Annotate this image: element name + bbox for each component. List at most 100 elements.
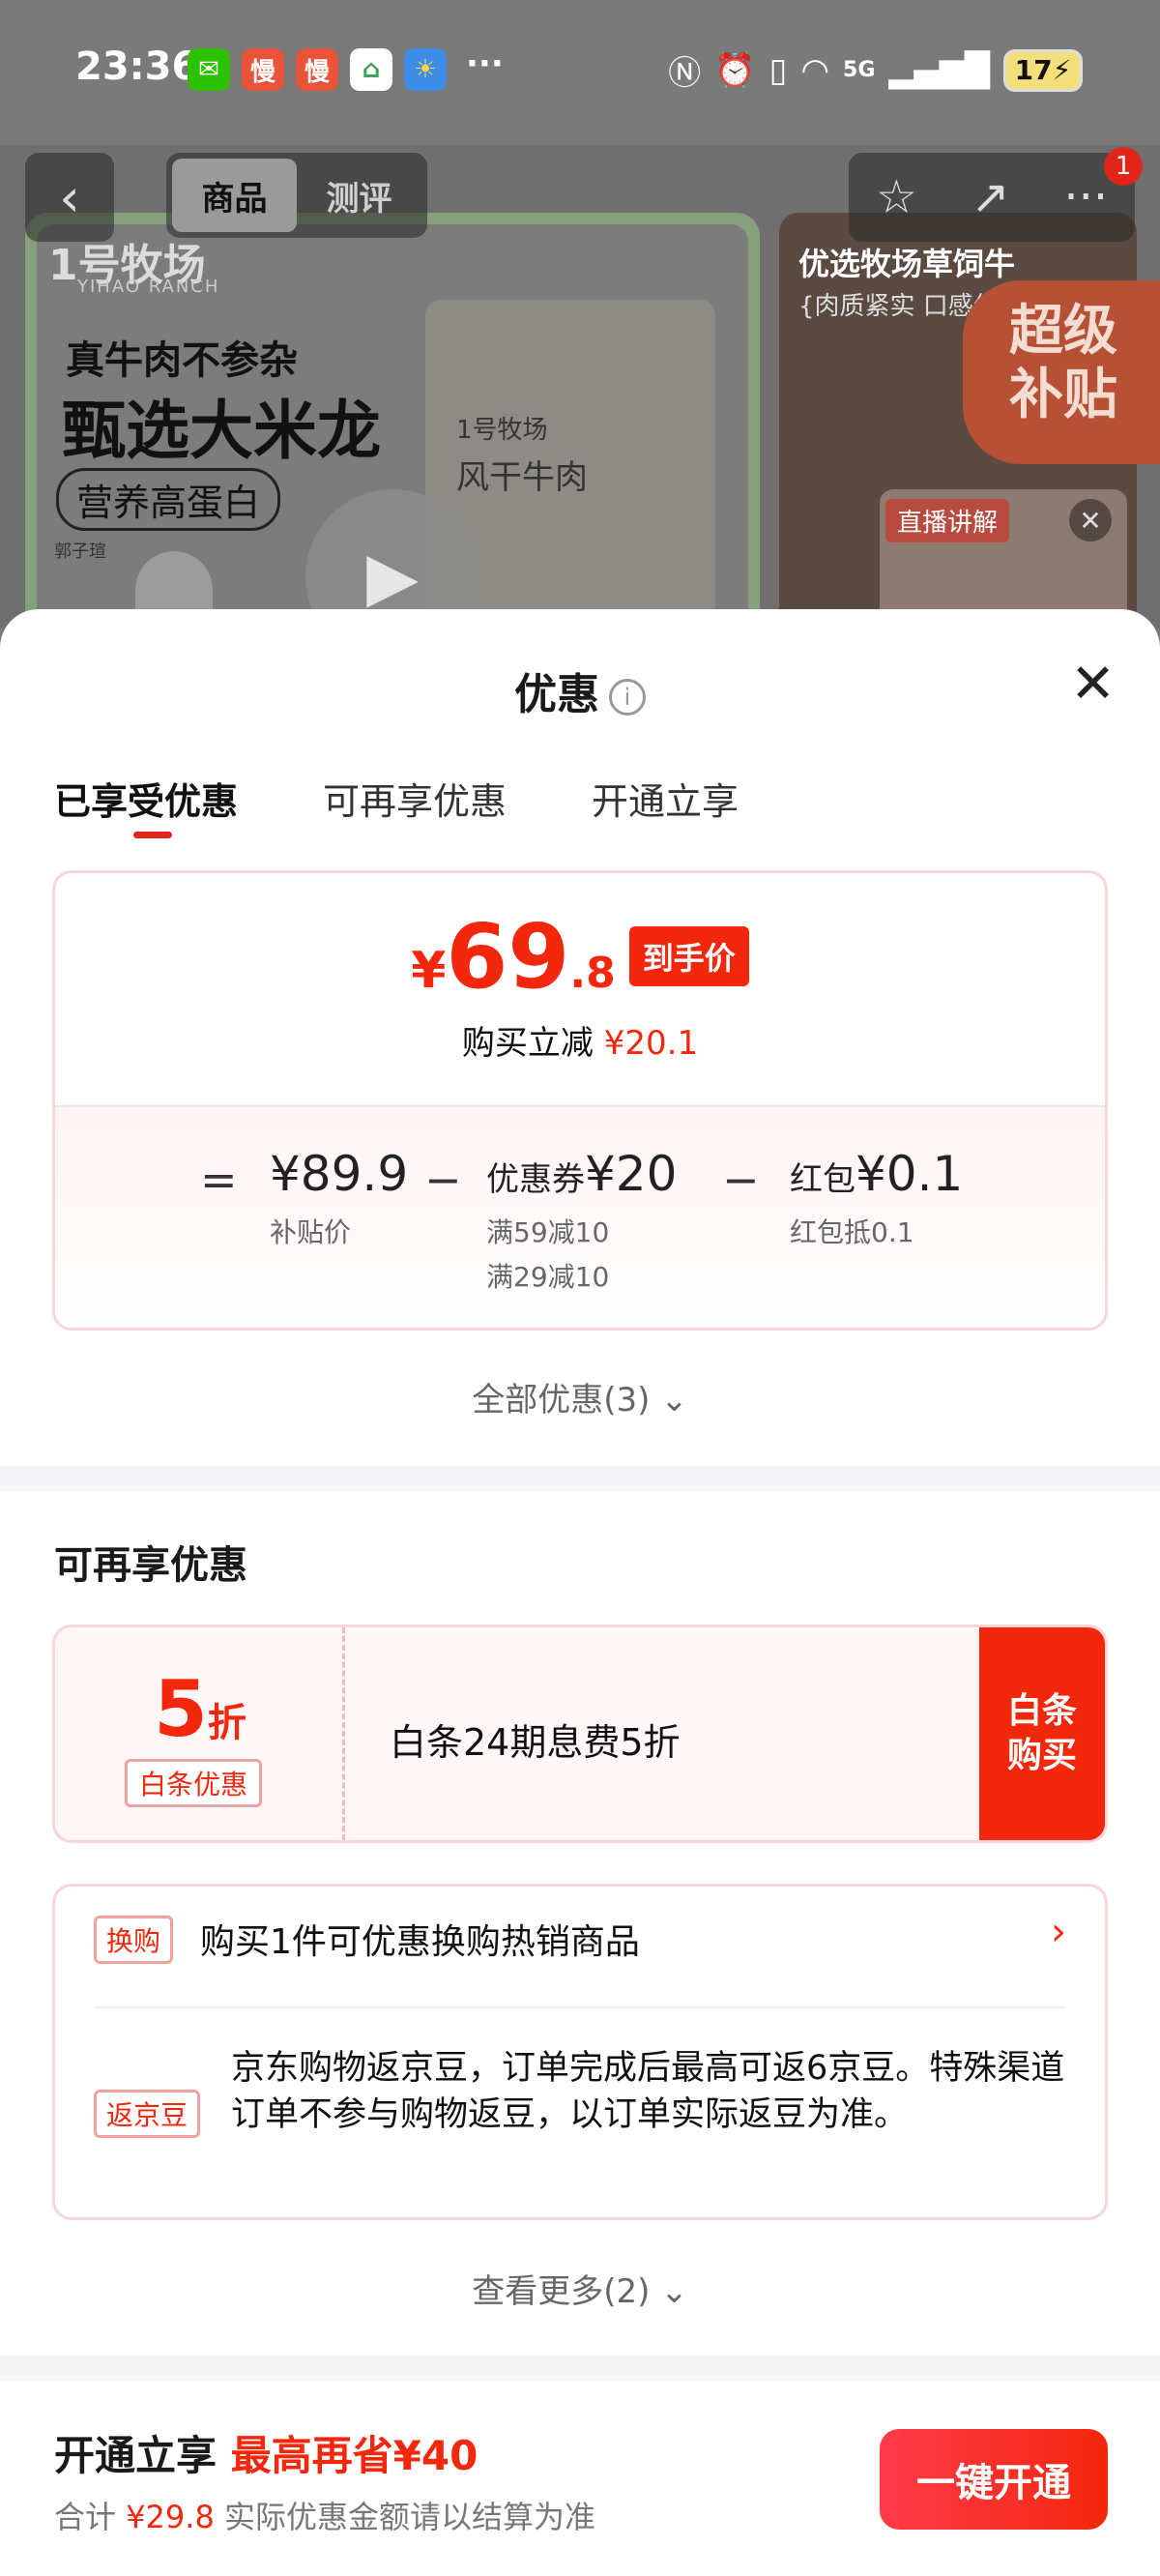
tab-enjoyed[interactable]: 已享受优惠 [54, 772, 238, 838]
redpack-name: 红包 [790, 1160, 856, 1199]
chevron-down-icon: ⌄ [660, 2272, 688, 2311]
nfc-icon: Ⓝ [668, 54, 702, 93]
redpack-label: 红包抵0.1 [790, 1216, 914, 1248]
baitiao-card: 5折 白条优惠 白条24期息费5折 白条购买 [52, 1625, 1108, 1843]
signal-label: 5G [843, 58, 876, 82]
jingdou-text: 京东购物返京豆，订单完成后最高可返6京豆。特殊渠道订单不参与购物返豆，以订单实际… [231, 2049, 1065, 2134]
final-price-row: ¥69.8 到手价 [55, 913, 1105, 1002]
exchange-text[interactable]: 购买1件可优惠换购热销商品 [200, 1914, 640, 1964]
app-man-icon: 慢 [242, 48, 284, 91]
sheet-title: 优惠 [514, 670, 599, 719]
all-discounts-label: 全部优惠(3) [472, 1381, 651, 1420]
see-more-label: 查看更多(2) [472, 2272, 651, 2311]
tab-open-to-enjoy[interactable]: 开通立享 [592, 772, 739, 825]
baitiao-num: 5 [154, 1664, 208, 1754]
chevron-right-icon[interactable]: › [1051, 1910, 1066, 1954]
super-subsidy-badge[interactable]: 超级补贴 [963, 280, 1160, 464]
baitiao-tag: 白条优惠 [125, 1759, 263, 1807]
promo-line-1: 真牛肉不参杂 [66, 338, 298, 383]
star-icon[interactable]: ☆ [876, 170, 917, 224]
brand-sub: YIHAO RANCH [77, 277, 220, 297]
live-tag: 直播讲解 [885, 499, 1010, 542]
app-man2-icon: 慢 [296, 48, 338, 91]
exchange-tag: 换购 [94, 1916, 174, 1964]
coupon-value: 优惠券¥20 [486, 1146, 677, 1202]
bag-name: 风干牛肉 [456, 458, 588, 497]
home-app-icon: ⌂ [350, 48, 392, 91]
equals-sign: = [200, 1154, 238, 1206]
offer-divider [94, 2006, 1066, 2008]
jingdou-tag: 返京豆 [94, 2090, 201, 2138]
section-title: 可再享优惠 [54, 1543, 247, 1588]
price-decimal: .8 [569, 949, 616, 998]
battery-level: 17 [1014, 54, 1053, 86]
vibrate-icon: ▯ [768, 50, 788, 90]
coupon-amount: ¥20 [585, 1146, 678, 1202]
price-currency: ¥ [411, 942, 447, 1000]
baitiao-buy-button[interactable]: 白条购买 [979, 1627, 1105, 1840]
info-icon[interactable]: i [609, 679, 646, 716]
tab-product[interactable]: 商品 [172, 159, 297, 232]
alarm-icon: ⏰ [714, 50, 756, 90]
minus-sign-2: − [722, 1154, 760, 1206]
status-right: Ⓝ ⏰ ▯ ◠ 5G ▂▄▆█ 17 ⚡ [668, 46, 1083, 94]
section-divider [0, 1466, 1160, 1491]
instant-reduce: 购买立减 ¥20.1 [55, 1016, 1105, 1064]
weather-icon: ☀ [404, 48, 447, 91]
section-divider-2 [0, 2356, 1160, 2381]
tab-review[interactable]: 测评 [297, 159, 421, 232]
live-close-icon[interactable]: ✕ [1069, 499, 1112, 542]
discount-tabs: 已享受优惠 可再享优惠 开通立享 [54, 772, 739, 838]
discount-sheet: 优惠 i ✕ 已享受优惠 可再享优惠 开通立享 ¥69.8 到手价 购买立减 ¥2… [0, 609, 1160, 2576]
signal-icon: ▂▄▆█ [888, 50, 990, 90]
status-time: 23:36 [75, 44, 199, 89]
minus-sign: − [424, 1154, 462, 1206]
tab-more-available[interactable]: 可再享优惠 [323, 772, 507, 825]
baitiao-desc: 白条24期息费5折 [390, 1721, 681, 1764]
baitiao-discount: 5折 [55, 1664, 345, 1754]
final-price-tag: 到手价 [628, 926, 749, 986]
open-title-highlight: 最高再省¥40 [230, 2432, 478, 2479]
reduce-label: 购买立减 [461, 1024, 594, 1063]
final-price: ¥69.8 [411, 913, 616, 1002]
product-actions: ☆ ↗ ··· [849, 153, 1135, 242]
more-icon[interactable]: ··· [1063, 170, 1108, 224]
baitiao-unit: 折 [207, 1701, 246, 1745]
coupon-name: 优惠券 [486, 1160, 585, 1199]
base-price-label: 补贴价 [270, 1216, 352, 1248]
total-amount: ¥29.8 [126, 2499, 215, 2535]
close-icon[interactable]: ✕ [1070, 658, 1116, 712]
coupon-label-1: 满59减10 [486, 1216, 610, 1248]
one-click-open-button[interactable]: 一键开通 [880, 2429, 1108, 2530]
price-integer: 69 [446, 905, 570, 1009]
share-icon[interactable]: ↗ [972, 170, 1010, 224]
wechat-icon: ✉ [188, 48, 230, 91]
price-breakdown: = ¥89.9 补贴价 − 优惠券¥20 满59减10 满29减10 − 红包 ¥… [55, 1105, 1105, 1328]
sheet-title-row: 优惠 i [0, 659, 1160, 721]
more-notifications-icon: ··· [466, 44, 504, 83]
base-price: ¥89.9 [270, 1146, 409, 1202]
all-discounts-toggle[interactable]: 全部优惠(3) ⌄ [0, 1373, 1160, 1420]
open-plus-sub: 合计 ¥29.8 实际优惠金额请以结算为准 [54, 2493, 595, 2537]
message-badge: 1 [1104, 147, 1143, 186]
product-top-nav: ‹ 商品 测评 ☆ ↗ ··· 1 [0, 147, 1160, 242]
see-more-toggle[interactable]: 查看更多(2) ⌄ [0, 2265, 1160, 2312]
battery-icon: 17 ⚡ [1003, 48, 1083, 92]
side-text: 郭子瑄 [54, 542, 106, 562]
wifi-icon: ◠ [800, 50, 830, 90]
back-button[interactable]: ‹ [25, 153, 114, 242]
promo-line-2: 甄选大米龙 [62, 394, 381, 468]
status-app-icons: ✉ 慢 慢 ⌂ ☀ [188, 48, 447, 91]
side-card-title: 优选牧场草饲牛 [798, 246, 1016, 282]
bag-brand: 1号牧场 [456, 416, 548, 445]
status-bar: 23:36 ✉ 慢 慢 ⌂ ☀ ··· Ⓝ ⏰ ▯ ◠ 5G ▂▄▆█ 17 ⚡ [0, 0, 1160, 145]
product-tabs: 商品 测评 [166, 153, 427, 238]
price-card: ¥69.8 到手价 购买立减 ¥20.1 = ¥89.9 补贴价 − 优惠券¥2… [52, 870, 1108, 1331]
coupon-label-2: 满29减10 [486, 1261, 610, 1293]
open-title-prefix: 开通立享 [54, 2432, 218, 2479]
open-plus-title: 开通立享 最高再省¥40 [54, 2423, 478, 2482]
reduce-amount: ¥20.1 [603, 1024, 699, 1063]
chevron-down-icon: ⌄ [660, 1381, 688, 1420]
promo-line-3: 营养高蛋白 [56, 468, 281, 531]
total-note: 实际优惠金额请以结算为准 [223, 2499, 595, 2535]
